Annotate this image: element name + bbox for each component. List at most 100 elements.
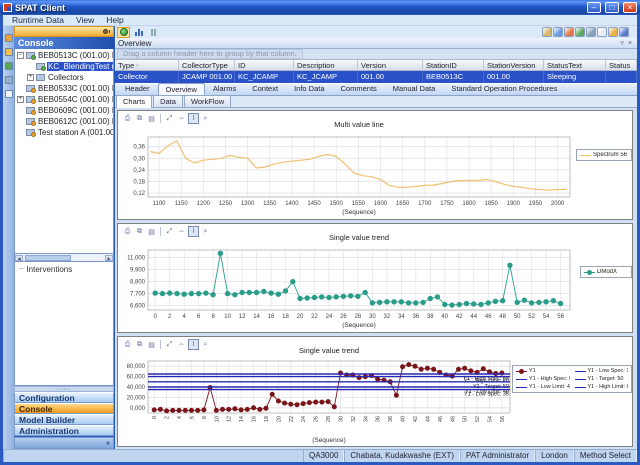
network-icon[interactable]: [575, 27, 585, 37]
zoom-in-icon[interactable]: ⌕: [200, 226, 211, 237]
tree-horizontal-scrollbar[interactable]: ◀ ▶: [14, 254, 114, 262]
tab-header[interactable]: Header: [117, 82, 158, 95]
nav-administration[interactable]: Administration: [14, 425, 114, 436]
panel-close-icon[interactable]: ×: [626, 40, 634, 47]
home-icon[interactable]: [542, 27, 552, 37]
tree-item-beb0554c-001-00-basesta[interactable]: +BEB0554C (001.00) BaseSta: [15, 94, 113, 105]
reports-icon[interactable]: [553, 27, 563, 37]
copy-icon[interactable]: ⧉: [134, 113, 145, 124]
pin-icon[interactable]: [103, 29, 108, 34]
export-icon[interactable]: ▤: [146, 113, 157, 124]
chart-view-button[interactable]: [132, 27, 145, 38]
folder-icon[interactable]: [5, 48, 13, 56]
zoom-in-icon[interactable]: ⌕: [200, 113, 211, 124]
minimize-button[interactable]: –: [587, 2, 601, 13]
scroll-right-icon[interactable]: ▶: [105, 255, 113, 261]
refresh-button[interactable]: [117, 27, 130, 38]
zoom-reset-icon[interactable]: ⤢: [164, 226, 175, 237]
tab-standard-operation-procedures[interactable]: Standard Operation Procedures: [443, 82, 565, 95]
column-header-id[interactable]: ID: [235, 60, 294, 70]
tab-comments[interactable]: Comments: [333, 82, 385, 95]
scroll-left-icon[interactable]: ◀: [15, 255, 23, 261]
chart-icon[interactable]: [5, 62, 13, 70]
tab-overview[interactable]: Overview: [158, 83, 205, 95]
add-icon[interactable]: [5, 76, 13, 84]
expand-icon[interactable]: +: [27, 74, 34, 81]
zoom-in-icon[interactable]: ⌕: [200, 339, 211, 350]
view-tab-workflow[interactable]: WorkFlow: [184, 95, 231, 107]
svg-text:11,000: 11,000: [127, 256, 146, 262]
pan-icon[interactable]: ⇔: [176, 339, 187, 350]
zoom-reset-icon[interactable]: ⤢: [164, 113, 175, 124]
printer-icon[interactable]: ⎙: [122, 226, 133, 237]
tree-item-beb0533c-001-00-basesta[interactable]: BEB0533C (001.00) BaseSta: [15, 83, 113, 94]
interventions-label[interactable]: Interventions: [26, 265, 72, 274]
column-header-stationid[interactable]: StationID: [423, 60, 484, 70]
column-header-version[interactable]: Version: [358, 60, 423, 70]
cursor-mode-icon[interactable]: I: [188, 226, 199, 237]
export-icon[interactable]: ▤: [146, 226, 157, 237]
pause-button[interactable]: [147, 27, 160, 38]
exit-icon[interactable]: [619, 27, 629, 37]
interventions-expander[interactable]: –: [19, 265, 23, 273]
document-icon[interactable]: [597, 27, 607, 37]
scrollbar-thumb[interactable]: [25, 255, 71, 261]
tree-item-kc-blendingtest-001-00[interactable]: KC_BlendingTest (001.00): [15, 61, 113, 72]
tree-item-beb0609c-001-00-basesta[interactable]: BEB0609C (001.00) BaseSta: [15, 105, 113, 116]
column-header-type[interactable]: Type▵: [115, 60, 179, 70]
tree-item-beb0612c-001-00-basesta[interactable]: BEB0612C (001.00) BaseSta: [15, 116, 113, 127]
svg-text:12: 12: [227, 416, 233, 422]
close-button[interactable]: ×: [623, 2, 637, 13]
column-header-status[interactable]: Status: [606, 60, 637, 70]
column-header-collectortype[interactable]: CollectorType: [179, 60, 235, 70]
maximize-button[interactable]: □: [605, 2, 619, 13]
printer-icon[interactable]: ⎙: [122, 113, 133, 124]
tree-indent: [17, 107, 24, 114]
copy-icon[interactable]: ⧉: [134, 226, 145, 237]
nav-configuration[interactable]: Configuration: [14, 392, 114, 403]
legend-label: Y1: [529, 368, 536, 374]
expand-icon[interactable]: +: [17, 96, 24, 103]
document-icon[interactable]: [5, 34, 13, 42]
view-tab-data[interactable]: Data: [153, 95, 183, 107]
nav-model-builder[interactable]: Model Builder: [14, 414, 114, 425]
alarms-icon[interactable]: [564, 27, 574, 37]
chart-plot-1[interactable]: 6,6007,7008,8009,90011,00002468101214161…: [118, 224, 634, 334]
console-panel-grip[interactable]: [14, 26, 114, 37]
view-tab-charts[interactable]: Charts: [116, 95, 152, 108]
tab-context[interactable]: Context: [244, 82, 286, 95]
zoom-reset-icon[interactable]: ⤢: [164, 339, 175, 350]
chart-plot-0[interactable]: 0,120,180,240,300,3611001150120012501300…: [118, 111, 634, 221]
menu-item-runtime-data[interactable]: Runtime Data: [7, 15, 69, 25]
svg-text:1100: 1100: [153, 201, 167, 207]
export-icon[interactable]: ▤: [146, 339, 157, 350]
pan-icon[interactable]: ⇔: [176, 226, 187, 237]
column-header-statustext[interactable]: StatusText: [544, 60, 606, 70]
group-by-band[interactable]: Drag a column header here to group by th…: [115, 49, 637, 59]
tree-item-collectors[interactable]: +Collectors: [15, 72, 113, 83]
column-header-description[interactable]: Description: [294, 60, 358, 70]
tree-item-beb0513c-001-00-basesta[interactable]: −BEB0513C (001.00) BaseSta: [15, 50, 113, 61]
panel-icon[interactable]: [5, 90, 13, 98]
printer-icon[interactable]: ⎙: [122, 339, 133, 350]
cursor-mode-icon[interactable]: I: [188, 339, 199, 350]
column-header-stationversion[interactable]: StationVersion: [484, 60, 544, 70]
auto-hide-pin-icon[interactable]: ▿: [618, 39, 626, 47]
user-icon[interactable]: [608, 27, 618, 37]
pan-icon[interactable]: ⇔: [176, 113, 187, 124]
copy-icon[interactable]: ⧉: [134, 339, 145, 350]
collapse-icon[interactable]: −: [17, 52, 24, 59]
nav-console[interactable]: Console: [14, 403, 114, 414]
menu-item-view[interactable]: View: [71, 15, 99, 25]
tab-info-data[interactable]: Info Data: [286, 82, 332, 95]
svg-text:(Sequence): (Sequence): [312, 437, 346, 444]
legend-marker: [516, 385, 527, 390]
settings-icon[interactable]: [586, 27, 596, 37]
menu-item-help[interactable]: Help: [101, 15, 128, 25]
tab-alarms[interactable]: Alarms: [205, 82, 244, 95]
cursor-mode-icon[interactable]: I: [188, 113, 199, 124]
tab-manual-data[interactable]: Manual Data: [385, 82, 444, 95]
sidebar-nav-footer[interactable]: »: [14, 437, 114, 449]
legend-marker: [580, 153, 591, 158]
tree-item-test-station-a-001-00-base[interactable]: Test station A (001.00) Base: [15, 127, 113, 138]
